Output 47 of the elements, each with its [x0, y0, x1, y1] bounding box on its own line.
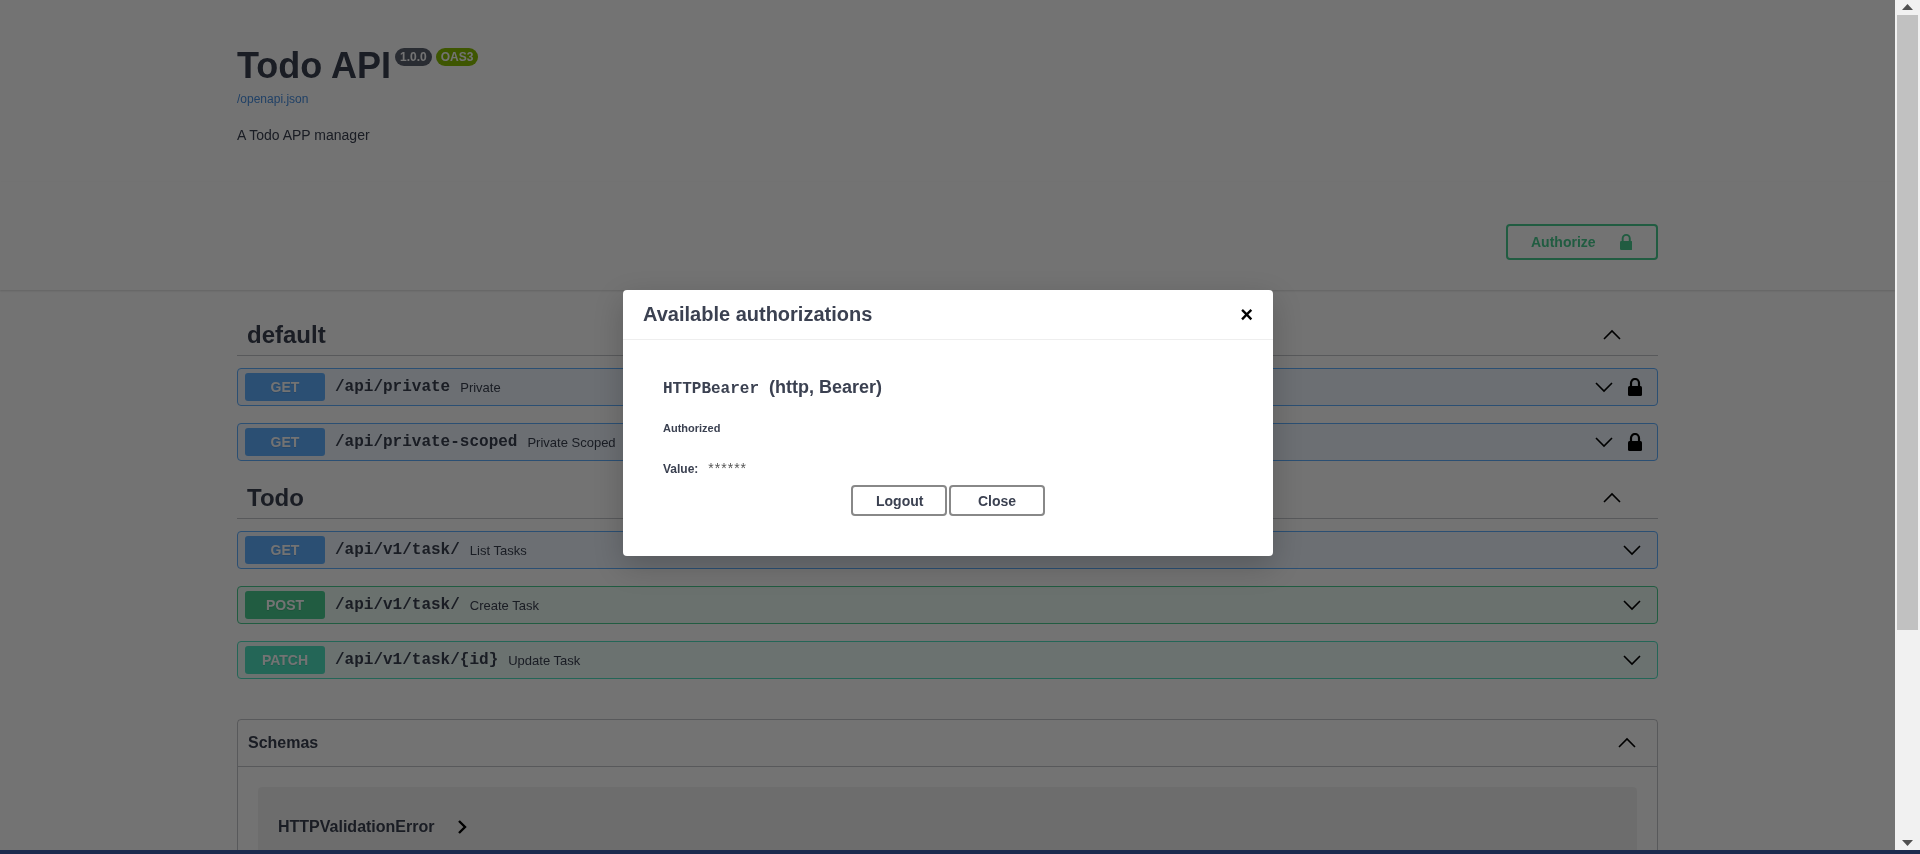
endpoint-summary: Update Task	[508, 652, 581, 668]
scrollbar-thumb[interactable]	[1897, 15, 1918, 630]
chevron-down-icon[interactable]	[1594, 435, 1614, 449]
token-value: ******	[708, 460, 748, 476]
endpoint-path: /api/v1/task/{id}	[335, 651, 499, 669]
method-badge: GET	[245, 428, 325, 456]
dialog-button[interactable]: Logout	[851, 485, 947, 516]
chevron-up-icon[interactable]	[1617, 736, 1637, 750]
api-description: A Todo APP manager	[237, 127, 371, 143]
close-button[interactable]: ×	[1240, 301, 1253, 328]
endpoint-summary: Create Task	[469, 597, 539, 613]
scroll-up-icon[interactable]	[1902, 4, 1913, 10]
method-badge: GET	[245, 536, 325, 564]
chevron-up-icon[interactable]	[1602, 328, 1622, 342]
endpoint-summary: Private	[460, 379, 501, 395]
scheme-type: (http, Bearer)	[769, 377, 883, 398]
scrollbar[interactable]	[1895, 0, 1920, 850]
method-badge: GET	[245, 373, 325, 401]
chevron-down-icon[interactable]	[1622, 598, 1642, 612]
scroll-down-icon[interactable]	[1902, 840, 1913, 846]
endpoint-path: /api/v1/task/	[335, 541, 460, 559]
method-badge: POST	[245, 591, 325, 619]
chevron-down-icon[interactable]	[1594, 380, 1614, 394]
auth-status: Authorized	[663, 422, 722, 434]
model-name: HTTPValidationError	[278, 818, 435, 836]
endpoint-summary: Private Scoped	[527, 434, 616, 450]
section-title[interactable]: default	[247, 321, 326, 349]
spec-badge: OAS3	[435, 48, 479, 66]
lock-icon	[1619, 233, 1632, 251]
value-label: Value:	[663, 462, 699, 476]
endpoint-path: /api/v1/task/	[335, 596, 460, 614]
chevron-up-icon[interactable]	[1602, 491, 1622, 505]
chevron-right-icon[interactable]	[456, 819, 469, 835]
scheme-name: HTTPBearer	[663, 380, 759, 398]
spec-link[interactable]: /openapi.json	[237, 92, 309, 106]
method-badge: PATCH	[245, 646, 325, 674]
section-title[interactable]: Todo	[247, 484, 304, 512]
endpoint-path: /api/private	[335, 378, 451, 396]
chevron-down-icon[interactable]	[1622, 653, 1642, 667]
schemas-title[interactable]: Schemas	[248, 734, 319, 752]
dialog-title: Available authorizations	[643, 303, 873, 326]
version-badge: 1.0.0	[394, 48, 432, 66]
api-title: Todo API	[237, 44, 391, 88]
dialog-button[interactable]: Close	[949, 485, 1045, 516]
endpoint-path: /api/private-scoped	[335, 433, 518, 451]
endpoint-summary: List Tasks	[469, 542, 527, 558]
chevron-down-icon[interactable]	[1622, 543, 1642, 557]
